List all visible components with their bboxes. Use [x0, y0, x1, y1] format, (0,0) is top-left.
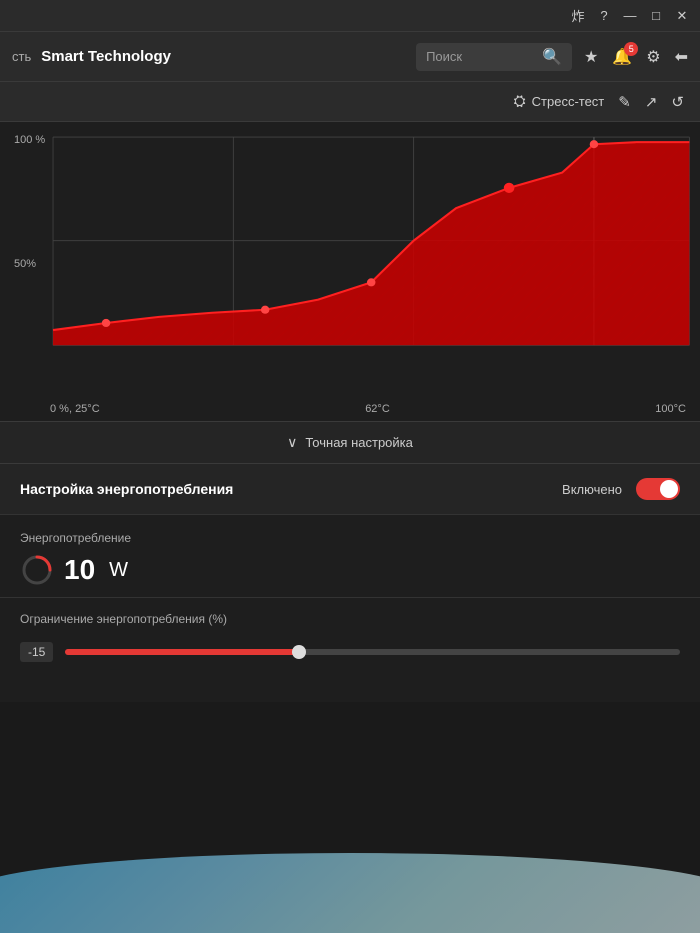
- chart-label-left: 0 %, 25°C: [50, 403, 100, 415]
- consumption-section: Энергопотребление 10 W: [0, 515, 700, 597]
- power-setting-right: Включено: [562, 478, 680, 500]
- search-icon: 🔍: [542, 47, 562, 67]
- search-input[interactable]: [426, 49, 536, 64]
- header-icons: ★ 🔔 5 ⚙ ⬅: [584, 47, 688, 67]
- minimize-icon[interactable]: —: [620, 8, 640, 23]
- fine-tune-label: Точная настройка: [305, 435, 413, 450]
- limit-section: Ограничение энергопотребления (%) -15: [0, 598, 700, 682]
- slider-track[interactable]: [65, 649, 680, 655]
- back-icon[interactable]: ⬅: [675, 47, 688, 67]
- edit-icon[interactable]: ✎: [618, 93, 631, 111]
- stress-test-label: Стресс-тест: [532, 94, 605, 109]
- toolbar: ⛭ Стресс-тест ✎ ↗ ↺: [0, 82, 700, 122]
- consumption-unit: W: [109, 559, 128, 582]
- consumption-label: Энергопотребление: [20, 531, 680, 545]
- search-box[interactable]: 🔍: [416, 43, 572, 71]
- help-icon[interactable]: ?: [594, 8, 614, 23]
- power-setting-label: Настройка энергопотребления: [20, 481, 233, 497]
- bell-icon[interactable]: 🔔 5: [612, 47, 632, 67]
- breadcrumb: сть: [12, 49, 31, 64]
- power-setting-row: Настройка энергопотребления Включено: [0, 464, 700, 515]
- consumption-number: 10: [64, 554, 95, 586]
- power-setting-value: Включено: [562, 482, 622, 497]
- bottom-decoration: [0, 853, 700, 933]
- limit-label: Ограничение энергопотребления (%): [20, 612, 680, 626]
- star-icon[interactable]: ★: [584, 47, 598, 67]
- stress-test-button[interactable]: ⛭ Стресс-тест: [514, 93, 605, 110]
- gear-icon[interactable]: ⚙: [646, 47, 660, 67]
- slider-thumb[interactable]: [292, 645, 306, 659]
- refresh-icon[interactable]: ↺: [671, 93, 684, 111]
- fine-tune-row[interactable]: ∨ Точная настройка: [0, 422, 700, 464]
- chart-label-mid: 62°C: [365, 403, 390, 415]
- maximize-icon[interactable]: □: [646, 8, 666, 23]
- notification-badge: 5: [624, 42, 638, 56]
- chart-bottom-labels: 0 %, 25°C 62°C 100°C: [0, 403, 700, 415]
- slider-value-box: -15: [20, 642, 53, 662]
- slider-fill: [65, 649, 299, 655]
- export-icon[interactable]: ↗: [645, 93, 658, 111]
- consumption-value-row: 10 W: [20, 553, 680, 587]
- chart-svg: [0, 132, 700, 391]
- stress-icon: ⛭: [514, 93, 526, 110]
- slider-row: -15: [20, 642, 680, 662]
- chart-area: 100 % 50%: [0, 122, 700, 422]
- chevron-down-icon: ∨: [287, 434, 297, 451]
- settings-icon[interactable]: 炸: [568, 6, 588, 25]
- close-icon[interactable]: ✕: [672, 8, 692, 24]
- app-header: сть Smart Technology 🔍 ★ 🔔 5 ⚙ ⬅: [0, 32, 700, 82]
- arc-icon: [20, 553, 54, 587]
- app-title: Smart Technology: [41, 48, 171, 65]
- title-bar: 炸 ? — □ ✕: [0, 0, 700, 32]
- settings-area: Настройка энергопотребления Включено Эне…: [0, 464, 700, 702]
- title-bar-icons: 炸 ? — □ ✕: [568, 6, 692, 25]
- power-toggle[interactable]: [636, 478, 680, 500]
- app-header-left: сть Smart Technology: [12, 48, 404, 65]
- chart-label-right: 100°C: [655, 403, 686, 415]
- toggle-thumb: [660, 480, 678, 498]
- chart-inner: [0, 132, 700, 391]
